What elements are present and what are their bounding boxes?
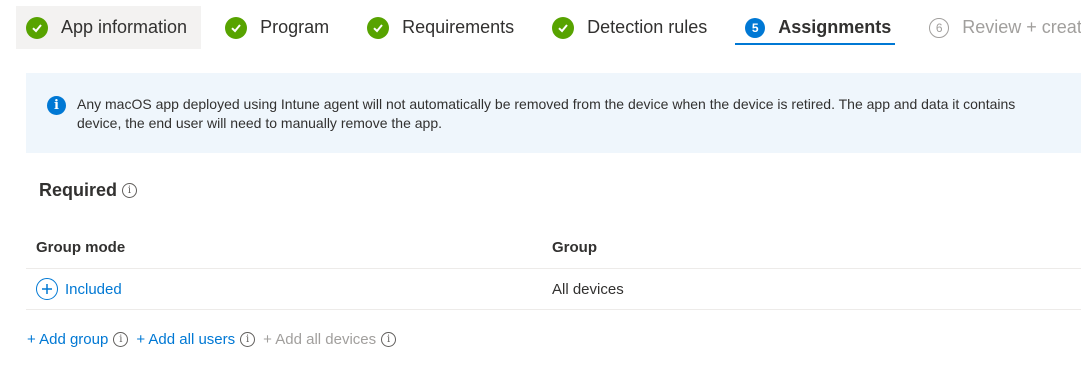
column-header-group-mode: Group mode [36, 238, 126, 256]
step-requirements[interactable]: Requirements [357, 6, 528, 49]
checkmark-icon [552, 16, 575, 39]
section-title: Required [39, 180, 118, 200]
assignments-table: Group mode Group Included All devices [26, 226, 1081, 310]
step-app-information[interactable]: App information [16, 6, 202, 49]
add-all-devices-link: + Add all devices [263, 331, 377, 348]
info-banner: i Any macOS app deployed using Intune ag… [26, 73, 1081, 153]
add-circle-icon [36, 278, 58, 300]
step-label: Assignments [778, 17, 892, 37]
wizard-steps: App information Program Requirements Det… [16, 6, 1081, 49]
banner-message: Any macOS app deployed using Intune agen… [77, 95, 1081, 133]
step-detection-rules[interactable]: Detection rules [542, 6, 721, 49]
checkmark-icon [225, 16, 248, 39]
group-mode-label: Included [65, 280, 122, 298]
info-icon[interactable]: i [240, 332, 256, 347]
step-label: Requirements [402, 17, 515, 37]
banner-line-2: device, the end user will need to manual… [77, 115, 442, 131]
group-mode-cell: Included [26, 278, 552, 300]
add-group-link[interactable]: + Add group [27, 331, 108, 348]
info-icon: i [47, 96, 66, 115]
step-label: Detection rules [587, 17, 708, 37]
checkmark-icon [26, 16, 48, 39]
group-cell: All devices [552, 280, 624, 298]
included-link[interactable]: Included [36, 278, 552, 300]
app-root: App information Program Requirements Det… [0, 0, 1081, 367]
info-icon[interactable]: i [113, 332, 129, 347]
column-header-group: Group [552, 238, 597, 256]
section-required: Required i [39, 180, 138, 201]
step-program[interactable]: Program [215, 6, 343, 49]
step-label: App information [61, 17, 188, 37]
table-header: Group mode Group [26, 226, 1081, 269]
step-label: Review + create [962, 17, 1081, 37]
add-all-users-link[interactable]: + Add all users [136, 331, 235, 348]
checkmark-icon [367, 16, 390, 39]
add-actions: + Add group i + Add all users i + Add al… [27, 331, 404, 348]
step-number-badge: 6 [929, 17, 950, 38]
info-icon[interactable]: i [381, 332, 397, 347]
step-number-badge: 5 [745, 17, 766, 38]
table-row[interactable]: Included All devices [26, 269, 1081, 310]
info-icon[interactable]: i [122, 183, 138, 198]
banner-line-1: Any macOS app deployed using Intune agen… [77, 96, 1016, 112]
step-review-create: 6 Review + create [919, 6, 1081, 49]
step-label: Program [260, 17, 330, 37]
step-assignments[interactable]: 5 Assignments [735, 6, 905, 49]
